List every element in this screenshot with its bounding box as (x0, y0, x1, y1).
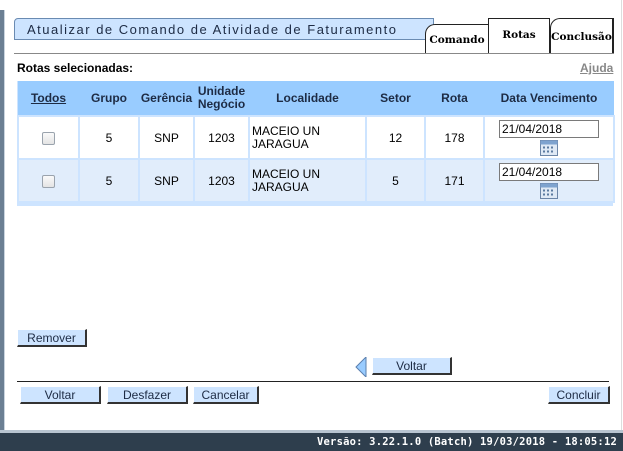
version-footer: Versão: 3.22.1.0 (Batch) 19/03/2018 - 18… (0, 433, 623, 451)
cell-setor: 12 (365, 115, 426, 160)
column-header-grupo: Grupo (79, 81, 139, 116)
help-link[interactable]: Ajuda (580, 61, 613, 75)
tab-rotas[interactable]: Rotas (488, 18, 550, 54)
desfazer-button[interactable]: Desfazer (107, 386, 188, 404)
cell-gerencia: SNP (138, 158, 195, 203)
section-label: Rotas selecionadas: (17, 61, 134, 75)
tab-comando[interactable]: Comando (425, 24, 489, 54)
row-checkbox[interactable] (42, 131, 55, 145)
cell-rota: 178 (424, 115, 485, 160)
calendar-icon[interactable] (540, 139, 558, 156)
cell-grupo: 5 (78, 158, 140, 203)
page-title: Atualizar de Comando de Atividade de Fat… (27, 22, 398, 37)
cell-rota: 171 (424, 158, 485, 203)
calendar-icon[interactable] (540, 182, 558, 199)
column-header-setor: Setor (366, 81, 425, 116)
cell-localidade: MACEIO UN JARAGUA (248, 115, 367, 160)
voltar-button[interactable]: Voltar (20, 386, 101, 404)
cell-localidade: MACEIO UN JARAGUA (248, 158, 367, 203)
table-header-row: Todos Grupo Gerência Unidade Negócio Loc… (18, 81, 614, 116)
row-checkbox-cell (17, 158, 80, 203)
row-checkbox-cell (17, 115, 80, 160)
cell-unidade: 1203 (193, 115, 250, 160)
voltar-nav-button[interactable]: Voltar (372, 357, 452, 375)
column-header-data-vencimento: Data Vencimento (484, 81, 614, 116)
column-header-rota: Rota (425, 81, 484, 116)
rotas-table-container: Todos Grupo Gerência Unidade Negócio Loc… (17, 81, 615, 206)
tab-divider (14, 53, 614, 54)
concluir-button[interactable]: Concluir (548, 386, 610, 404)
button-separator (17, 381, 609, 382)
left-frame-edge-highlight (4, 10, 5, 430)
cell-unidade: 1203 (193, 158, 250, 203)
row-checkbox[interactable] (42, 174, 55, 188)
date-input[interactable] (499, 162, 599, 181)
column-header-gerencia: Gerência (139, 81, 194, 116)
remover-button[interactable]: Remover (17, 329, 87, 347)
table-row: 5 SNP 1203 MACEIO UN JARAGUA 5 171 (17, 158, 615, 203)
cell-data-vencimento (483, 115, 615, 160)
column-header-localidade: Localidade (249, 81, 366, 116)
cell-setor: 5 (365, 158, 426, 203)
date-input[interactable] (499, 119, 599, 138)
column-header-unidade-negocio: Unidade Negócio (194, 81, 249, 116)
rotas-table: Todos Grupo Gerência Unidade Negócio Loc… (17, 81, 615, 203)
column-header-todos[interactable]: Todos (18, 81, 79, 116)
page-title-bar: Atualizar de Comando de Atividade de Fat… (14, 18, 434, 40)
cell-data-vencimento (483, 158, 615, 203)
cell-gerencia: SNP (138, 115, 195, 160)
cancelar-button[interactable]: Cancelar (193, 386, 259, 404)
cell-grupo: 5 (78, 115, 140, 160)
tab-conclusao[interactable]: Conclusão (550, 18, 614, 54)
table-row: 5 SNP 1203 MACEIO UN JARAGUA 12 178 (17, 115, 615, 160)
left-triangle-icon[interactable] (355, 357, 367, 377)
right-frame-edge (621, 0, 622, 433)
column-header-unidade-negocio-label: Unidade Negócio (197, 84, 246, 111)
